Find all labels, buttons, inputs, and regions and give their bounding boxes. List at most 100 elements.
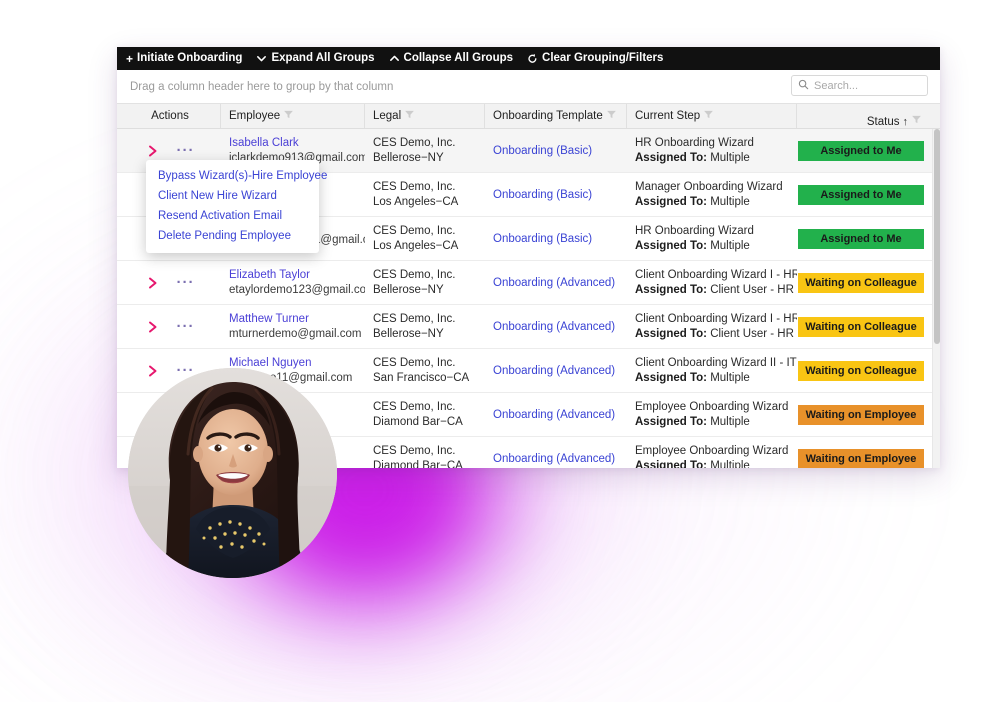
status-badge[interactable]: Waiting on Colleague <box>798 272 924 293</box>
legal-cell: CES Demo, Inc. Diamond Bar−CA <box>365 393 485 437</box>
ellipsis-icon[interactable]: ··· <box>177 319 195 334</box>
menu-item-resend-activation-email[interactable]: Resend Activation Email <box>146 206 319 226</box>
current-step-assignee: Assigned To: Multiple <box>635 416 789 428</box>
collapse-all-groups-label: Collapse All Groups <box>403 52 514 64</box>
clear-grouping-filters-button[interactable]: Clear Grouping/Filters <box>523 47 673 70</box>
employee-name-link[interactable]: Elizabeth Taylor <box>229 269 357 281</box>
avatar <box>128 368 337 578</box>
chevron-right-icon[interactable] <box>147 320 159 334</box>
legal-location: Bellerose−NY <box>373 284 444 296</box>
menu-item-bypass-wizards-hire-employee[interactable]: Bypass Wizard(s)-Hire Employee <box>146 166 327 186</box>
initiate-onboarding-button[interactable]: + Initiate Onboarding <box>122 47 252 70</box>
menu-item-delete-pending-employee[interactable]: Delete Pending Employee <box>146 226 319 246</box>
scrollbar-thumb[interactable] <box>934 129 940 344</box>
search-box[interactable] <box>791 75 928 96</box>
ellipsis-icon[interactable]: ··· <box>177 143 195 158</box>
assigned-to-value: Multiple <box>710 152 750 164</box>
assigned-to-label: Assigned To: <box>635 416 707 428</box>
column-header-legal[interactable]: Legal <box>365 104 485 128</box>
column-header-current-step[interactable]: Current Step <box>627 104 797 128</box>
assigned-to-value: Client User - HR <box>710 284 794 296</box>
chevron-right-icon[interactable] <box>147 144 159 158</box>
status-cell: Waiting on Employee <box>797 437 940 468</box>
legal-location: Bellerose−NY <box>373 328 444 340</box>
table-row[interactable]: ··· Elizabeth Taylor etaylordemo123@gmai… <box>117 261 940 305</box>
status-badge[interactable]: Waiting on Colleague <box>798 360 924 381</box>
assigned-to-label: Assigned To: <box>635 372 707 384</box>
clear-grouping-filters-label: Clear Grouping/Filters <box>542 52 664 64</box>
status-badge[interactable]: Assigned to Me <box>798 228 924 249</box>
current-step-name: Employee Onboarding Wizard <box>635 401 789 413</box>
column-header-employee[interactable]: Employee <box>221 104 365 128</box>
chevron-up-icon <box>389 53 400 64</box>
filter-icon[interactable] <box>404 109 415 123</box>
current-step-name: Employee Onboarding Wizard <box>635 445 789 457</box>
menu-item-client-new-hire-wizard[interactable]: Client New Hire Wizard <box>146 186 319 206</box>
employee-name-link[interactable]: Michael Nguyen <box>229 357 357 369</box>
legal-cell: CES Demo, Inc. Diamond Bar−CA <box>365 437 485 468</box>
filter-icon[interactable] <box>283 109 294 123</box>
legal-location: Diamond Bar−CA <box>373 460 463 468</box>
collapse-all-groups-button[interactable]: Collapse All Groups <box>385 47 523 70</box>
status-cell: Waiting on Colleague <box>797 349 940 393</box>
onboarding-template-cell: Onboarding (Advanced) <box>485 437 627 469</box>
status-badge[interactable]: Waiting on Employee <box>798 448 924 468</box>
chevron-right-icon[interactable] <box>147 276 159 290</box>
current-step-cell: Employee Onboarding Wizard Assigned To: … <box>627 437 797 468</box>
assigned-to-label: Assigned To: <box>635 196 707 208</box>
current-step-assignee: Assigned To: Client User - HR <box>635 284 794 296</box>
onboarding-template-link[interactable]: Onboarding (Basic) <box>493 145 619 157</box>
filter-icon[interactable] <box>703 109 714 123</box>
vertical-scrollbar[interactable] <box>932 129 940 468</box>
column-header-status[interactable]: Status ↑ <box>797 104 940 128</box>
onboarding-template-link[interactable]: Onboarding (Advanced) <box>493 365 619 377</box>
employee-cell: Elizabeth Taylor etaylordemo123@gmail.co… <box>221 261 365 305</box>
row-context-menu: Bypass Wizard(s)-Hire Employee Client Ne… <box>146 160 327 253</box>
status-cell: Assigned to Me <box>797 173 940 217</box>
reset-icon <box>527 53 538 64</box>
status-cell: Waiting on Colleague <box>797 305 940 349</box>
onboarding-template-link[interactable]: Onboarding (Advanced) <box>493 409 619 421</box>
grid-header-row: Actions Employee Legal Onboarding Templa… <box>117 103 940 129</box>
onboarding-template-cell: Onboarding (Advanced) <box>485 305 627 349</box>
legal-company: CES Demo, Inc. <box>373 401 456 413</box>
legal-cell: CES Demo, Inc. San Francisco−CA <box>365 349 485 393</box>
sort-ascending-icon[interactable]: ↑ <box>903 116 909 128</box>
status-cell: Waiting on Employee <box>797 393 940 437</box>
onboarding-template-link[interactable]: Onboarding (Advanced) <box>493 321 619 333</box>
filter-icon[interactable] <box>911 114 922 128</box>
expand-all-groups-button[interactable]: Expand All Groups <box>252 47 384 70</box>
current-step-cell: Client Onboarding Wizard II - IT Assigne… <box>627 349 797 393</box>
current-step-assignee: Assigned To: Client User - HR <box>635 328 794 340</box>
table-row[interactable]: ··· Matthew Turner mturnerdemo@gmail.com… <box>117 305 940 349</box>
legal-cell: CES Demo, Inc. Bellerose−NY <box>365 129 485 173</box>
status-badge[interactable]: Assigned to Me <box>798 140 924 161</box>
ellipsis-icon[interactable]: ··· <box>177 275 195 290</box>
employee-name-link[interactable]: Isabella Clark <box>229 137 357 149</box>
column-header-actions[interactable]: Actions <box>117 104 221 128</box>
actions-cell: ··· <box>117 305 221 349</box>
assigned-to-value: Multiple <box>710 196 750 208</box>
status-cell: Assigned to Me <box>797 217 940 261</box>
employee-email: etaylordemo123@gmail.com <box>229 284 365 296</box>
status-badge[interactable]: Waiting on Employee <box>798 404 924 425</box>
ellipsis-icon[interactable]: ··· <box>177 363 195 378</box>
onboarding-template-link[interactable]: Onboarding (Advanced) <box>493 453 619 465</box>
employee-name-link[interactable]: Matthew Turner <box>229 313 357 325</box>
group-by-panel[interactable]: Drag a column header here to group by th… <box>117 70 940 103</box>
current-step-cell: HR Onboarding Wizard Assigned To: Multip… <box>627 129 797 173</box>
legal-company: CES Demo, Inc. <box>373 357 456 369</box>
plus-icon: + <box>126 51 134 66</box>
search-input[interactable] <box>814 79 921 92</box>
onboarding-template-link[interactable]: Onboarding (Advanced) <box>493 277 619 289</box>
status-badge[interactable]: Assigned to Me <box>798 184 924 205</box>
onboarding-template-link[interactable]: Onboarding (Basic) <box>493 233 619 245</box>
filter-icon[interactable] <box>606 109 617 123</box>
status-badge[interactable]: Waiting on Colleague <box>798 316 924 337</box>
legal-company: CES Demo, Inc. <box>373 445 456 457</box>
legal-company: CES Demo, Inc. <box>373 313 456 325</box>
chevron-right-icon[interactable] <box>147 364 159 378</box>
onboarding-template-link[interactable]: Onboarding (Basic) <box>493 189 619 201</box>
current-step-assignee: Assigned To: Multiple <box>635 372 789 384</box>
column-header-onboarding-template[interactable]: Onboarding Template <box>485 104 627 128</box>
